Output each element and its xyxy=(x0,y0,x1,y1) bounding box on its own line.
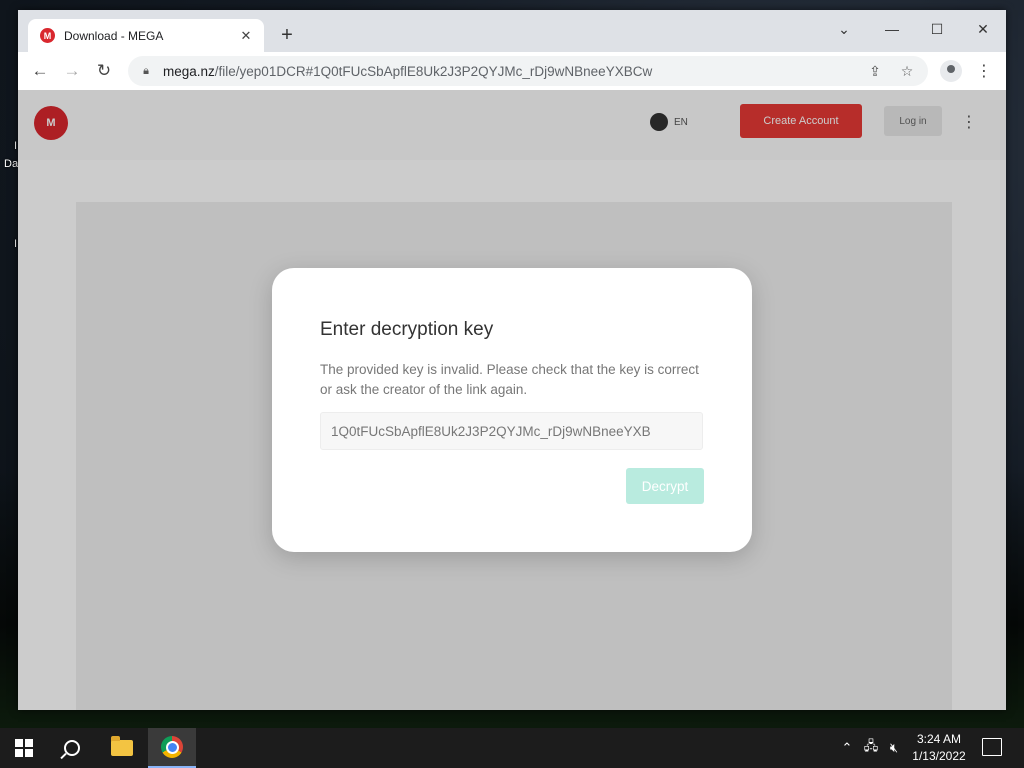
search-icon xyxy=(64,740,80,756)
clock-date: 1/13/2022 xyxy=(912,749,966,763)
dialog-title: Enter decryption key xyxy=(320,319,494,340)
tab-search-icon[interactable]: ⌄ xyxy=(828,16,860,42)
desktop-icon-label[interactable]: I xyxy=(14,140,17,152)
tab-title: Download - MEGA xyxy=(64,28,164,43)
address-bar[interactable]: 🔒︎ mega.nz/file/yep01DCR#1Q0tFUcSbApflE8… xyxy=(128,56,928,86)
minimize-icon[interactable]: — xyxy=(876,16,908,42)
windows-icon xyxy=(15,739,33,757)
back-icon[interactable]: ← xyxy=(27,58,53,84)
close-tab-icon[interactable]: ✕ xyxy=(238,28,254,44)
menu-icon[interactable]: ⋮ xyxy=(976,60,992,82)
lock-icon[interactable]: 🔒︎ xyxy=(139,64,153,78)
notification-icon[interactable] xyxy=(982,738,1002,756)
new-tab-button[interactable]: + xyxy=(276,24,298,46)
decryption-key-dialog: Enter decryption key The provided key is… xyxy=(272,268,752,552)
file-explorer-button[interactable] xyxy=(98,728,146,768)
maximize-icon[interactable]: ☐ xyxy=(921,16,953,42)
profile-head-shape xyxy=(947,65,955,73)
decryption-key-input[interactable]: 1Q0tFUcSbApflE8Uk2J3P2QYJMc_rDj9wNBneeYX… xyxy=(320,412,703,450)
dialog-message: The provided key is invalid. Please chec… xyxy=(320,362,699,397)
mega-favicon-icon: M xyxy=(40,28,55,43)
star-icon[interactable]: ☆ xyxy=(896,60,918,82)
desktop-icon-label[interactable]: Da xyxy=(4,158,18,170)
reload-icon[interactable]: ↻ xyxy=(91,58,117,84)
network-icon[interactable]: 🖧︎ xyxy=(860,728,882,768)
page-viewport: M EN Create Account Log in ⋮ Enter decry… xyxy=(18,90,1006,710)
decrypt-button[interactable]: Decrypt xyxy=(626,468,704,504)
profile-icon[interactable] xyxy=(940,60,962,82)
chrome-taskbar-button[interactable] xyxy=(148,728,196,768)
clock-time: 3:24 AM xyxy=(916,732,962,746)
start-button[interactable] xyxy=(0,728,48,768)
desktop-icon-label[interactable]: I xyxy=(14,238,17,250)
browser-window: M Download - MEGA ✕ + ⌄ — ☐ ✕ ← → ↻ 🔒︎ m… xyxy=(18,10,1006,710)
url-text[interactable]: mega.nz/file/yep01DCR#1Q0tFUcSbApflE8Uk2… xyxy=(163,64,864,79)
url-path: /file/yep01DCR#1Q0tFUcSbApflE8Uk2J3P2QYJ… xyxy=(214,63,653,79)
url-domain: mega.nz xyxy=(163,63,215,79)
clock[interactable]: 3:24 AM 1/13/2022 xyxy=(900,731,978,765)
tab-strip: M Download - MEGA ✕ + ⌄ — ☐ ✕ xyxy=(18,10,1006,52)
search-button[interactable] xyxy=(48,728,96,768)
taskbar: ⌃ 🖧︎ 🔇︎ 3:24 AM 1/13/2022 xyxy=(0,728,1024,768)
browser-toolbar: ← → ↻ 🔒︎ mega.nz/file/yep01DCR#1Q0tFUcSb… xyxy=(18,52,1006,91)
share-icon[interactable]: ⇪ xyxy=(864,60,886,82)
folder-icon xyxy=(111,736,133,756)
close-icon[interactable]: ✕ xyxy=(967,16,999,42)
tab-download-mega[interactable]: M Download - MEGA ✕ xyxy=(28,19,264,52)
chevron-up-icon[interactable]: ⌃ xyxy=(838,728,856,768)
forward-icon[interactable]: → xyxy=(59,58,85,84)
chrome-icon xyxy=(161,736,183,758)
